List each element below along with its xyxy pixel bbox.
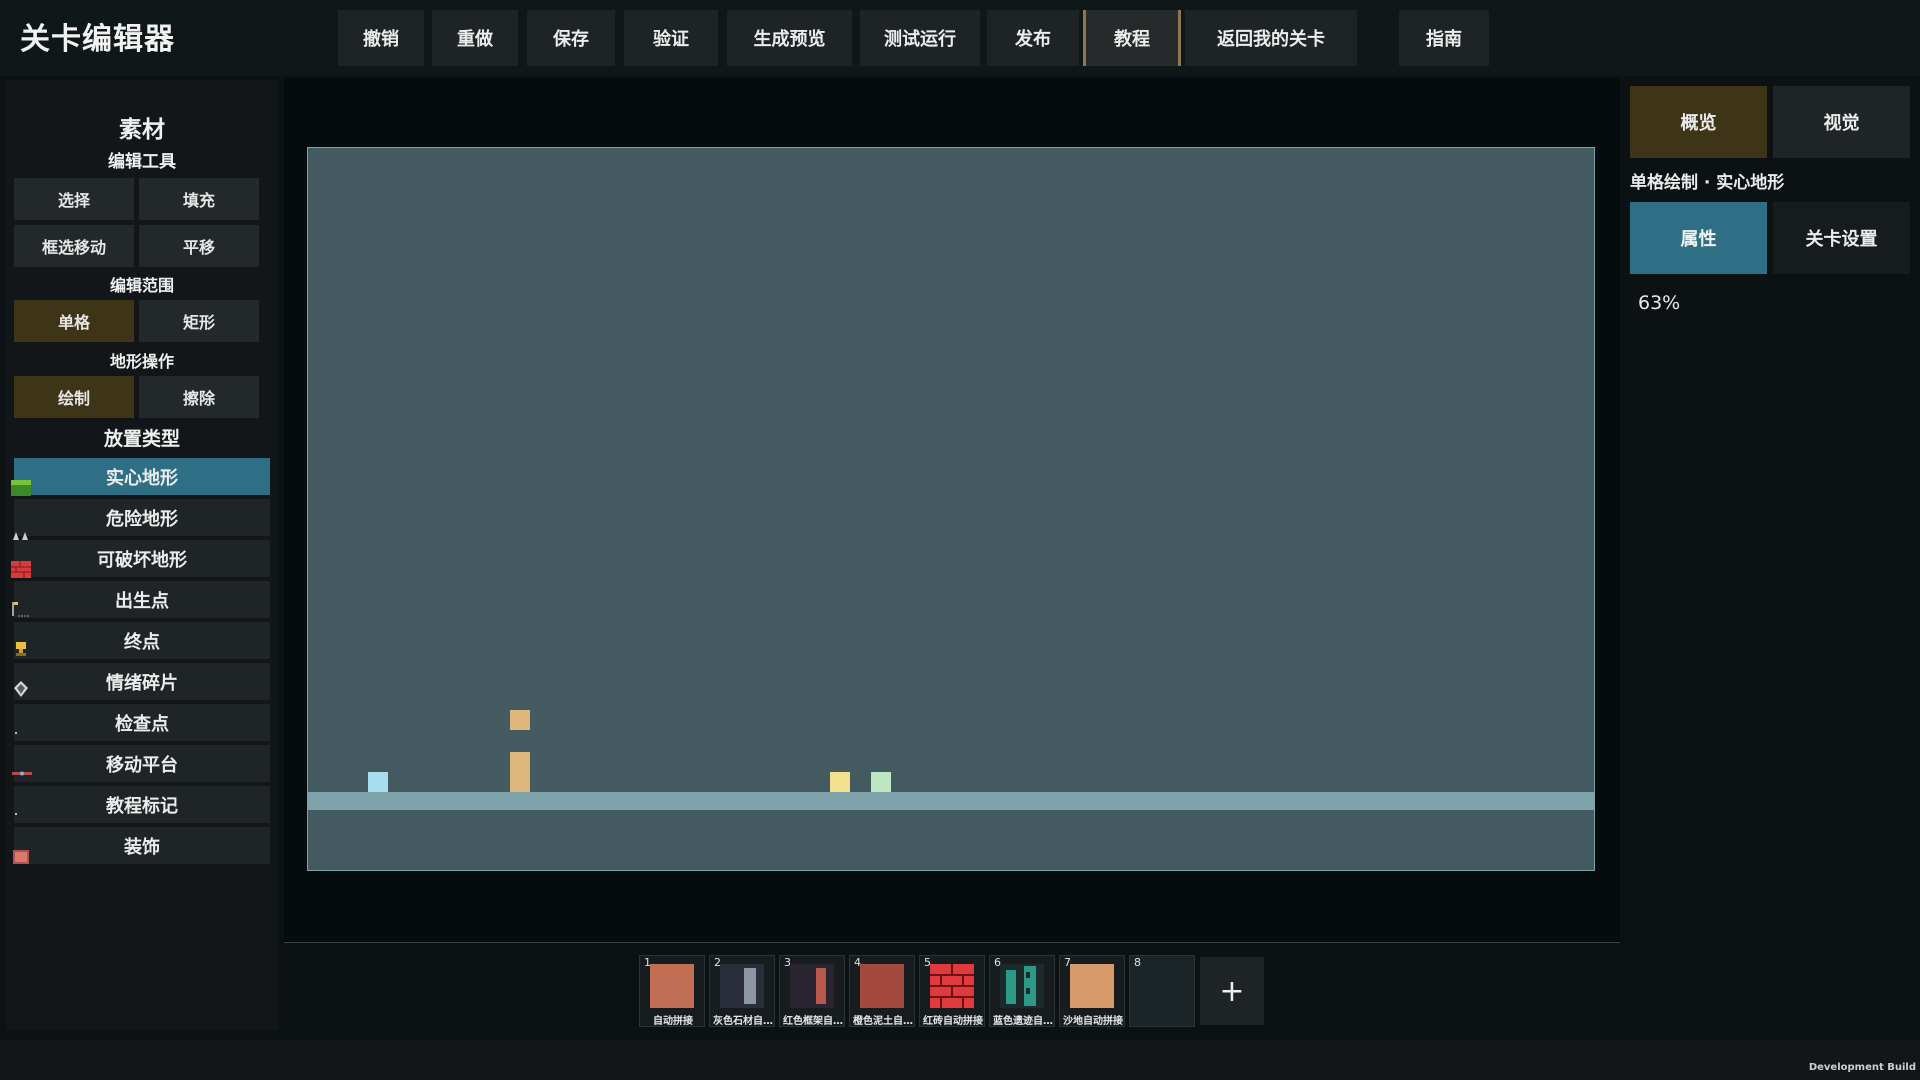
tile-slot-2[interactable]: 2 灰色石材自… (709, 955, 775, 1027)
slot-label: 蓝色遗迹自… (993, 1016, 1053, 1027)
mode-status-text: 单格绘制 · 实心地形 (1630, 173, 1785, 193)
trophy-icon (16, 642, 26, 656)
draw-button[interactable]: 绘制 (14, 376, 134, 418)
grass-block-icon (11, 480, 31, 496)
tile-slot-8[interactable]: 8 (1129, 955, 1195, 1027)
save-button[interactable]: 保存 (527, 10, 615, 66)
marker-icon (15, 813, 17, 815)
place-type-heading: 放置类型 (103, 428, 180, 450)
tutorial-button[interactable]: 教程 (1083, 10, 1181, 66)
back-to-my-levels-button[interactable]: 返回我的关卡 (1185, 10, 1357, 66)
edit-tools-heading: 编辑工具 (108, 152, 176, 172)
rect-range-button[interactable]: 矩形 (139, 300, 259, 342)
terrain-op-heading: 地形操作 (109, 352, 174, 371)
fill-tool-button[interactable]: 填充 (139, 178, 259, 220)
red-brick-swatch (930, 964, 974, 1008)
place-type-decoration[interactable]: 装饰 (14, 827, 270, 864)
place-type-hazard-terrain[interactable]: 危险地形 (14, 499, 270, 536)
erase-button[interactable]: 擦除 (139, 376, 259, 418)
guide-button[interactable]: 指南 (1399, 10, 1489, 66)
add-slot-button[interactable]: + (1200, 957, 1264, 1025)
visual-tab[interactable]: 视觉 (1773, 86, 1910, 158)
tile-slot-3[interactable]: 3 红色框架自… (779, 955, 845, 1027)
tile-slot-6[interactable]: 6 蓝色遗迹自… (989, 955, 1055, 1027)
red-frame-swatch (790, 964, 834, 1008)
tile-slot-7[interactable]: 7 沙地自动拼接 (1059, 955, 1125, 1027)
slot-label: 自动拼接 (653, 1016, 693, 1027)
place-type-spawn-point[interactable]: 出生点 (14, 581, 270, 618)
orange-dirt-swatch (860, 964, 904, 1008)
slot-label: 橙色泥土自… (853, 1016, 913, 1027)
tan-tile-upper[interactable] (510, 710, 530, 730)
mint-tile[interactable] (871, 772, 891, 792)
box-move-tool-button[interactable]: 框选移动 (14, 225, 134, 267)
select-tool-button[interactable]: 选择 (14, 178, 134, 220)
tile-slot-1[interactable]: 1 自动拼接 (639, 955, 705, 1027)
properties-tab[interactable]: 属性 (1630, 202, 1767, 274)
level-settings-tab[interactable]: 关卡设置 (1773, 202, 1910, 274)
place-type-tutorial-marker[interactable]: 教程标记 (14, 786, 270, 823)
place-type-solid-terrain[interactable]: 实心地形 (14, 458, 270, 495)
level-canvas[interactable] (307, 147, 1595, 871)
top-toolbar: 关卡编辑器 撤销 重做 保存 验证 生成预览 测试运行 发布 教程 返回我的关卡… (0, 0, 1920, 76)
slot-number: 8 (1134, 956, 1141, 969)
ground-strip (308, 792, 1594, 810)
place-type-checkpoint[interactable]: 检查点 (14, 704, 270, 741)
test-run-button[interactable]: 测试运行 (860, 10, 980, 66)
validate-button[interactable]: 验证 (624, 10, 718, 66)
spike-icon (13, 532, 28, 540)
flag-icon (12, 602, 30, 617)
tile-slot-5[interactable]: 5 红砖自动拼接 (919, 955, 985, 1027)
pan-tool-button[interactable]: 平移 (139, 225, 259, 267)
dev-build-label: Development Build (1808, 1062, 1916, 1073)
light-blue-tile[interactable] (368, 772, 388, 792)
brick-icon (11, 561, 31, 578)
inspector-panel: 概览 视觉 单格绘制 · 实心地形 属性 关卡设置 63% (1624, 78, 1920, 1028)
overview-tab[interactable]: 概览 (1630, 86, 1767, 158)
slot-label: 红砖自动拼接 (923, 1016, 983, 1027)
place-type-goal[interactable]: 终点 (14, 622, 270, 659)
place-type-breakable-terrain[interactable]: 可破坏地形 (14, 540, 270, 577)
place-type-moving-platform[interactable]: 移动平台 (14, 745, 270, 782)
checkpoint-icon (15, 732, 17, 734)
edit-range-heading: 编辑范围 (109, 276, 174, 295)
status-bar (0, 1040, 1920, 1080)
decoration-icon (13, 850, 29, 864)
assets-panel: 素材 编辑工具 选择 填充 框选移动 平移 编辑范围 单格 矩形 地形操作 绘制… (6, 80, 278, 1030)
assets-title: 素材 (119, 117, 165, 143)
single-range-button[interactable]: 单格 (14, 300, 134, 342)
slot-label: 沙地自动拼接 (1063, 1016, 1123, 1027)
place-type-emotion-shard[interactable]: 情绪碎片 (14, 663, 270, 700)
gray-stone-swatch (720, 964, 764, 1008)
sand-swatch (1070, 964, 1114, 1008)
hotbar-divider (284, 942, 1620, 943)
publish-button[interactable]: 发布 (987, 10, 1079, 66)
platform-icon (12, 771, 32, 776)
tan-tile-lower[interactable] (510, 752, 530, 792)
redo-button[interactable]: 重做 (432, 10, 518, 66)
app-title: 关卡编辑器 (20, 22, 175, 57)
blue-ruins-swatch (1000, 964, 1044, 1008)
shard-icon (14, 681, 28, 697)
auto-tile-swatch (650, 964, 694, 1008)
undo-button[interactable]: 撤销 (338, 10, 424, 66)
slot-label: 灰色石材自… (713, 1016, 773, 1027)
yellow-tile[interactable] (830, 772, 850, 792)
tile-slot-4[interactable]: 4 橙色泥土自… (849, 955, 915, 1027)
slot-label: 红色框架自… (783, 1016, 843, 1027)
zoom-readout: 63% (1638, 292, 1681, 314)
generate-preview-button[interactable]: 生成预览 (727, 10, 852, 66)
